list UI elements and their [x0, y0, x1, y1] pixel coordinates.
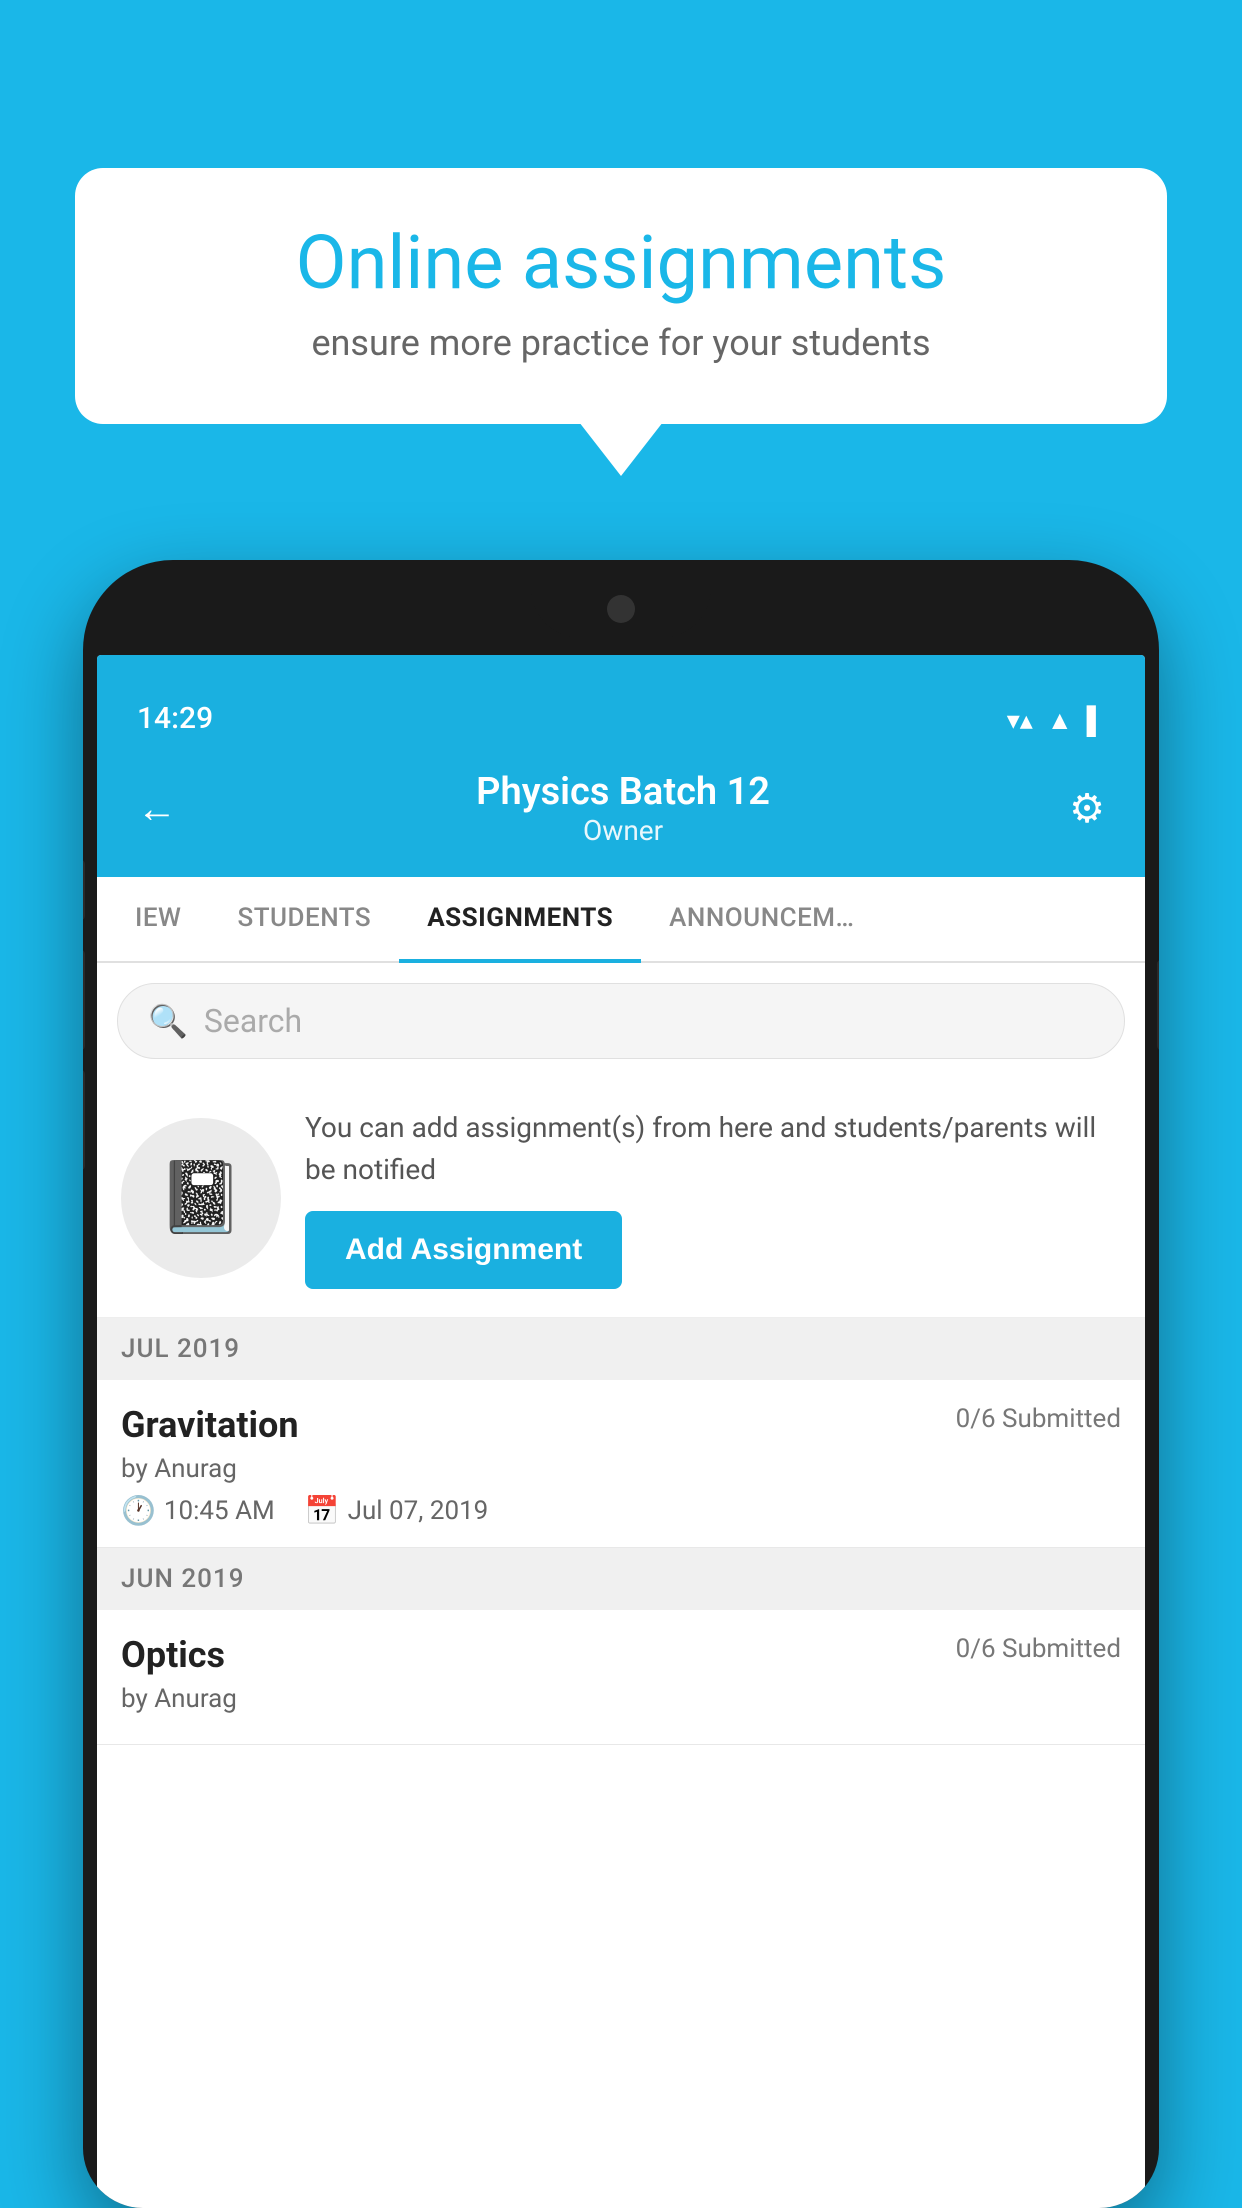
front-camera [607, 595, 635, 623]
power-button [1157, 960, 1159, 1050]
section-jul-2019: JUL 2019 [97, 1318, 1145, 1380]
status-time: 14:29 [137, 701, 213, 736]
tab-students[interactable]: STUDENTS [209, 877, 399, 963]
tab-iew[interactable]: IEW [107, 877, 209, 963]
assignment-meta-gravitation: 🕐 10:45 AM 📅 Jul 07, 2019 [121, 1494, 1121, 1527]
notebook-icon: 📓 [157, 1157, 244, 1239]
phone-notch [531, 560, 711, 638]
speech-bubble: Online assignments ensure more practice … [75, 168, 1167, 424]
battery-icon: ▌ [1087, 705, 1105, 736]
assignment-name-gravitation: Gravitation [121, 1404, 299, 1446]
status-icons: ▾▴ ▲ ▌ [1007, 705, 1105, 736]
tab-announcements[interactable]: ANNOUNCEM… [641, 877, 882, 963]
assignment-gravitation[interactable]: Gravitation 0/6 Submitted by Anurag 🕐 10… [97, 1380, 1145, 1548]
promo-description: You can add assignment(s) from here and … [305, 1107, 1121, 1191]
assignment-submitted-gravitation: 0/6 Submitted [956, 1404, 1121, 1434]
promo-right: You can add assignment(s) from here and … [305, 1107, 1121, 1289]
app-header: ← Physics Batch 12 Owner ⚙ [97, 750, 1145, 877]
tabs-bar: IEW STUDENTS ASSIGNMENTS ANNOUNCEM… [97, 877, 1145, 963]
add-assignment-button[interactable]: Add Assignment [305, 1211, 622, 1289]
assignment-date-gravitation: 📅 Jul 07, 2019 [305, 1494, 489, 1527]
assignment-submitted-optics: 0/6 Submitted [956, 1634, 1121, 1664]
signal-icon: ▲ [1047, 705, 1073, 736]
volume-up-button [83, 950, 85, 1050]
assignment-row-top-optics: Optics 0/6 Submitted [121, 1634, 1121, 1676]
phone-screen: 14:29 ▾▴ ▲ ▌ ← Physics Batch 12 Owner ⚙ … [97, 655, 1145, 2208]
phone-frame: 14:29 ▾▴ ▲ ▌ ← Physics Batch 12 Owner ⚙ … [83, 560, 1159, 2208]
header-title-block: Physics Batch 12 Owner [476, 770, 770, 847]
speech-bubble-subtitle: ensure more practice for your students [135, 322, 1107, 364]
assignment-row-top: Gravitation 0/6 Submitted [121, 1404, 1121, 1446]
back-button[interactable]: ← [137, 785, 177, 832]
promo-block: 📓 You can add assignment(s) from here an… [97, 1079, 1145, 1318]
calendar-icon: 📅 [305, 1494, 340, 1527]
search-placeholder-text: Search [204, 1002, 302, 1040]
wifi-icon: ▾▴ [1007, 706, 1033, 736]
clock-icon: 🕐 [121, 1494, 156, 1527]
search-icon: 🔍 [148, 1002, 188, 1040]
assignment-by-gravitation: by Anurag [121, 1454, 1121, 1484]
volume-down-button [83, 1070, 85, 1170]
search-container: 🔍 Search [97, 963, 1145, 1079]
search-bar[interactable]: 🔍 Search [117, 983, 1125, 1059]
status-bar: 14:29 ▾▴ ▲ ▌ [97, 655, 1145, 750]
assignment-optics[interactable]: Optics 0/6 Submitted by Anurag [97, 1610, 1145, 1745]
assignment-by-optics: by Anurag [121, 1684, 1121, 1714]
owner-subtitle: Owner [476, 814, 770, 847]
section-jun-2019: JUN 2019 [97, 1548, 1145, 1610]
settings-button[interactable]: ⚙ [1069, 785, 1105, 832]
volume-silent-button [83, 860, 85, 920]
assignment-name-optics: Optics [121, 1634, 225, 1676]
assignment-time-gravitation: 🕐 10:45 AM [121, 1494, 275, 1527]
time-value-gravitation: 10:45 AM [164, 1496, 275, 1526]
promo-icon-wrap: 📓 [121, 1118, 281, 1278]
tab-assignments[interactable]: ASSIGNMENTS [399, 877, 641, 963]
date-value-gravitation: Jul 07, 2019 [348, 1496, 489, 1526]
batch-title: Physics Batch 12 [476, 770, 770, 814]
speech-bubble-title: Online assignments [135, 223, 1107, 304]
